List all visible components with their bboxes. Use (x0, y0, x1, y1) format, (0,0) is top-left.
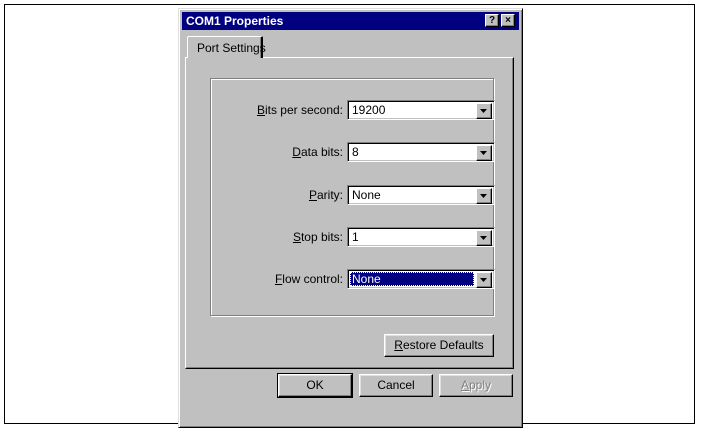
triangle-down-icon (480, 194, 487, 198)
tab-port-settings[interactable]: Port Settings (187, 36, 266, 58)
parity-row: Parity: None (211, 185, 495, 205)
stop-bits-row: Stop bits: 1 (211, 227, 495, 247)
bits-per-second-label: Bits per second: (256, 103, 343, 117)
flow-control-select[interactable]: None (347, 269, 495, 289)
flow-control-dropdown-button[interactable] (476, 272, 492, 288)
bits-per-second-dropdown-button[interactable] (476, 103, 492, 119)
parity-dropdown-button[interactable] (476, 188, 492, 204)
apply-button[interactable]: Apply (439, 374, 513, 397)
tab-port-settings-label: Port Settings (197, 41, 266, 55)
stop-bits-select[interactable]: 1 (347, 227, 495, 247)
cancel-label: Cancel (377, 378, 415, 392)
title-bar[interactable]: COM1 Properties ? × (182, 12, 519, 30)
data-bits-select[interactable]: 8 (347, 142, 495, 162)
bits-per-second-value: 19200 (352, 103, 386, 117)
data-bits-label: Data bits: (292, 145, 343, 159)
port-settings-panel: Bits per second: 19200 Data bits: 8 Pari… (185, 57, 514, 369)
cancel-button[interactable]: Cancel (359, 374, 433, 397)
restore-defaults-button[interactable]: Restore Defaults (384, 334, 494, 357)
help-icon: ? (488, 15, 496, 26)
ok-label: OK (306, 378, 324, 392)
settings-group: Bits per second: 19200 Data bits: 8 Pari… (210, 78, 495, 316)
close-icon: × (505, 15, 511, 26)
data-bits-row: Data bits: 8 (211, 142, 495, 162)
dialog-title: COM1 Properties (186, 14, 284, 28)
triangle-down-icon (480, 236, 487, 240)
triangle-down-icon (480, 278, 487, 282)
data-bits-dropdown-button[interactable] (476, 145, 492, 161)
restore-defaults-label: Restore Defaults (394, 338, 484, 352)
triangle-down-icon (480, 109, 487, 113)
stop-bits-label: Stop bits: (292, 230, 343, 244)
flow-control-row: Flow control: None (211, 269, 495, 289)
parity-select[interactable]: None (347, 185, 495, 205)
apply-label: Apply (460, 378, 492, 392)
parity-label: Parity: (308, 188, 343, 202)
help-button[interactable]: ? (485, 14, 499, 27)
close-button[interactable]: × (501, 14, 515, 27)
stop-bits-value: 1 (352, 230, 359, 244)
ok-button[interactable]: OK (277, 373, 353, 398)
parity-value: None (352, 188, 381, 202)
com1-properties-dialog: COM1 Properties ? × Port Settings Bits p… (178, 8, 523, 428)
flow-control-value: None (350, 272, 474, 286)
data-bits-value: 8 (352, 145, 359, 159)
bits-per-second-row: Bits per second: 19200 (211, 100, 495, 120)
triangle-down-icon (480, 151, 487, 155)
bits-per-second-select[interactable]: 19200 (347, 100, 495, 120)
stop-bits-dropdown-button[interactable] (476, 230, 492, 246)
flow-control-label: Flow control: (274, 272, 343, 286)
